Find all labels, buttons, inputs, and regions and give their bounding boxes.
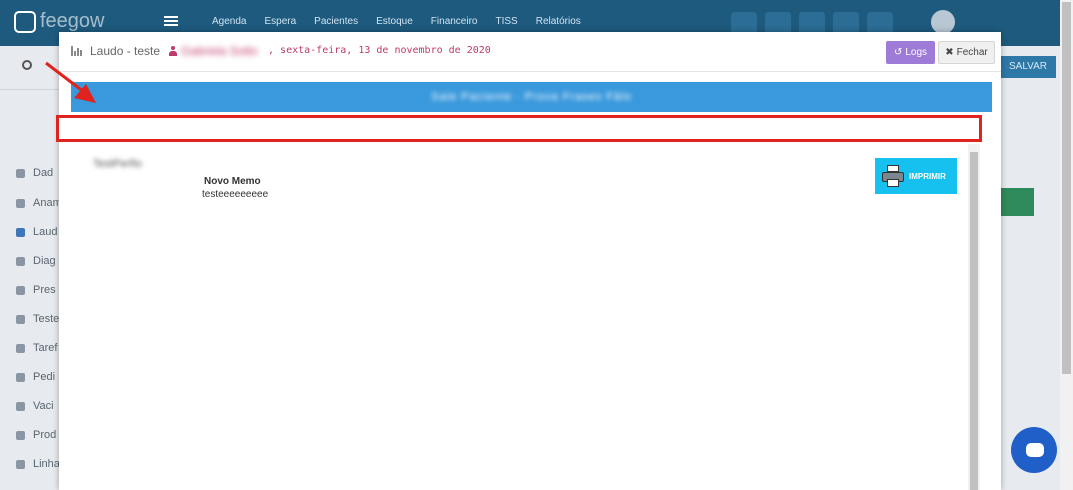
modal-scrollbar-thumb[interactable] — [970, 152, 978, 490]
avatar[interactable] — [931, 10, 955, 34]
save-button[interactable]: SALVAR — [1000, 56, 1056, 78]
memo-title: Novo Memo — [204, 176, 261, 187]
laudo-modal: Laudo - teste Gabriela Sotto , sexta-fei… — [56, 32, 1001, 490]
close-icon: ✖ — [945, 47, 954, 58]
report-heading: TestPerfio — [93, 158, 142, 170]
task-icon — [16, 343, 25, 353]
sidebar-item[interactable]: Diag — [16, 255, 56, 267]
top-nav: Agenda Espera Pacientes Estoque Financei… — [212, 16, 581, 27]
user-icon[interactable] — [833, 12, 859, 34]
logo-icon — [14, 10, 36, 33]
sidebar-item[interactable]: Prod — [16, 429, 56, 441]
top-icons — [731, 12, 893, 34]
nav-item-agenda[interactable]: Agenda — [212, 16, 246, 27]
memo-text: testeeeeeeeee — [202, 189, 269, 200]
nav-item-relatorios[interactable]: Relatórios — [536, 16, 581, 27]
bar-chart-icon — [71, 46, 83, 56]
sidebar-item[interactable]: Laud — [16, 226, 57, 238]
print-button[interactable]: IMPRIMIR — [875, 158, 957, 194]
chat-bubble-icon — [1026, 443, 1044, 457]
logs-button[interactable]: ↺ Logs — [886, 41, 935, 64]
modal-header: Laudo - teste Gabriela Sotto , sexta-fei… — [59, 32, 1001, 72]
sidebar-item[interactable]: Dad — [16, 167, 53, 179]
test-icon — [16, 314, 25, 324]
patient-info-text: Sale Paciente · Prova Frases Fâlo — [431, 91, 632, 103]
bell-icon[interactable] — [867, 12, 893, 34]
menu-icon[interactable] — [164, 16, 178, 26]
product-icon — [16, 430, 25, 440]
laudo-icon — [16, 227, 25, 237]
modal-title: Laudo - teste — [90, 44, 161, 58]
brand-logo[interactable]: feegow — [14, 10, 105, 33]
report-content: TestPerfio Novo Memo testeeeeeeeee — [59, 144, 969, 490]
patient-name: Gabriela Sotto — [181, 44, 258, 58]
user-icon — [16, 168, 25, 178]
timeline-icon — [16, 459, 25, 469]
search-icon[interactable] — [22, 60, 32, 70]
annotation-arrow-icon — [45, 61, 96, 103]
nav-item-estoque[interactable]: Estoque — [376, 16, 413, 27]
sidebar-item[interactable]: Pedi — [16, 371, 55, 383]
left-sidebar — [0, 46, 60, 490]
sidebar-item[interactable]: Anam — [16, 197, 62, 209]
nav-item-tiss[interactable]: TISS — [496, 16, 518, 27]
brand-name: feegow — [40, 10, 105, 32]
sidebar-item[interactable]: Vaci — [16, 400, 54, 412]
vaccine-icon — [16, 401, 25, 411]
printer-icon — [881, 164, 905, 188]
order-icon — [16, 372, 25, 382]
prescription-icon — [16, 285, 25, 295]
exam-date: , sexta-feira, 13 de novembro de 2020 — [268, 45, 491, 56]
page-scrollbar-thumb[interactable] — [1062, 2, 1071, 374]
mail-icon[interactable] — [799, 12, 825, 34]
sidebar-item[interactable]: Pres — [16, 284, 56, 296]
phone-icon[interactable] — [731, 12, 757, 34]
green-action-button[interactable] — [1000, 188, 1034, 216]
close-button[interactable]: ✖ Fechar — [938, 41, 995, 64]
sidebar-item[interactable]: Linha — [16, 458, 60, 470]
print-label: IMPRIMIR — [909, 171, 946, 181]
patient-info-bar: Sale Paciente · Prova Frases Fâlo — [71, 82, 992, 112]
chat-icon[interactable] — [765, 12, 791, 34]
sidebar-item[interactable]: Taref — [16, 342, 57, 354]
sidebar-item[interactable]: Teste — [16, 313, 59, 325]
history-icon: ↺ — [893, 47, 903, 58]
nav-item-pacientes[interactable]: Pacientes — [314, 16, 358, 27]
patient-icon — [169, 46, 177, 56]
annotation-highlight-box — [56, 115, 982, 142]
nav-item-financeiro[interactable]: Financeiro — [431, 16, 478, 27]
nav-item-espera[interactable]: Espera — [264, 16, 296, 27]
stethoscope-icon — [16, 256, 25, 266]
chart-icon — [16, 198, 25, 208]
